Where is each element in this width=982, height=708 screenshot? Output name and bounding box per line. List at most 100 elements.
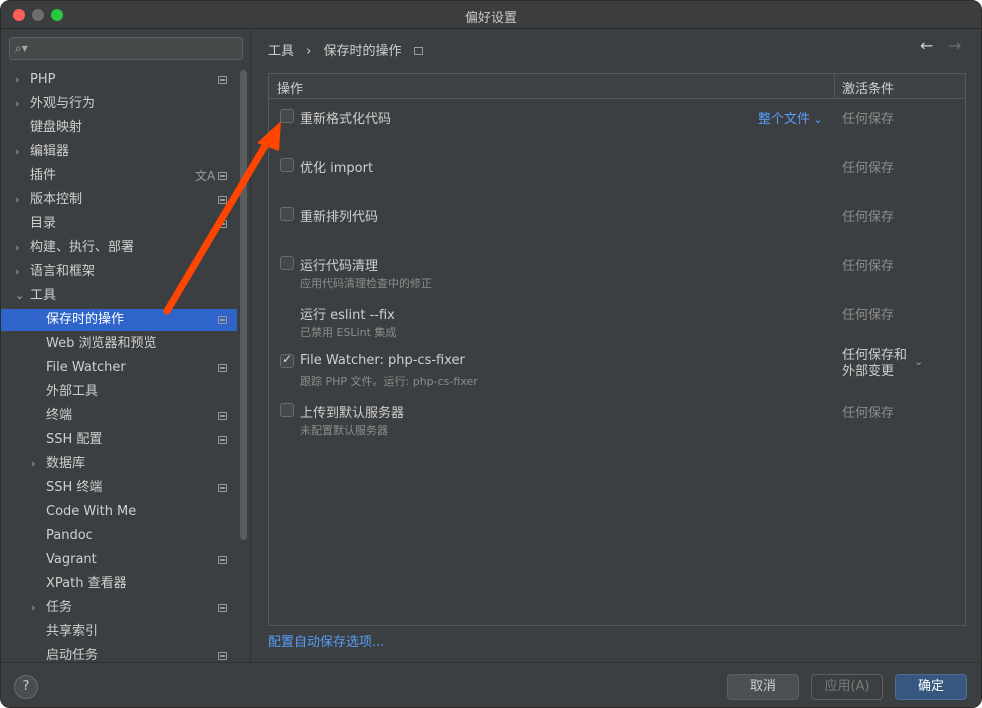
table-row[interactable]: File Watcher: php-cs-fixer 跟踪 PHP 文件。运行: … bbox=[269, 345, 965, 394]
project-setting-icon bbox=[218, 484, 227, 492]
breadcrumb-parent[interactable]: 工具 bbox=[268, 44, 294, 59]
activation-condition-label: 任何保存 bbox=[842, 210, 895, 225]
sidebar-item[interactable]: 键盘映射 bbox=[1, 117, 237, 139]
sidebar-item-label: 任务 bbox=[46, 600, 73, 615]
action-checkbox[interactable] bbox=[280, 256, 294, 270]
action-description: 未配置默认服务器 bbox=[300, 424, 388, 437]
sidebar-item-label: 键盘映射 bbox=[30, 120, 83, 135]
sidebar-item-label: Vagrant bbox=[46, 552, 97, 567]
help-button[interactable]: ? bbox=[14, 675, 38, 699]
action-checkbox[interactable] bbox=[280, 207, 294, 221]
activation-condition-label: 任何保存和 bbox=[842, 348, 908, 363]
chevron-right-icon[interactable]: › bbox=[15, 93, 19, 115]
sidebar-item[interactable]: File Watcher bbox=[1, 357, 237, 379]
scope-dropdown[interactable]: 整个文件 ⌄ bbox=[758, 108, 823, 127]
sidebar-item[interactable]: › 数据库 bbox=[1, 453, 237, 475]
sidebar-scrollbar[interactable] bbox=[240, 70, 247, 540]
sidebar-item-label: File Watcher bbox=[46, 360, 126, 375]
sidebar-item[interactable]: 终端 bbox=[1, 405, 237, 427]
chevron-right-icon[interactable]: › bbox=[15, 237, 19, 259]
project-setting-icon bbox=[218, 76, 227, 84]
sidebar-item[interactable]: Pandoc bbox=[1, 525, 237, 547]
action-title: 运行代码清理 bbox=[300, 259, 379, 274]
project-setting-icon bbox=[218, 316, 227, 324]
action-description: 已禁用 ESLint 集成 bbox=[300, 326, 397, 339]
activation-condition: 任何保存 bbox=[842, 255, 894, 274]
column-header-condition: 激活条件 bbox=[842, 82, 895, 97]
ok-button[interactable]: 确定 bbox=[895, 674, 967, 700]
table-header: 操作 激活条件 bbox=[269, 74, 965, 99]
sidebar-item[interactable]: SSH 配置 bbox=[1, 429, 237, 451]
sidebar-item[interactable]: Code With Me bbox=[1, 501, 237, 523]
project-setting-icon bbox=[218, 364, 227, 372]
action-checkbox[interactable] bbox=[280, 403, 294, 417]
table-row[interactable]: 优化 import 任何保存 bbox=[269, 149, 965, 198]
chevron-right-icon[interactable]: › bbox=[15, 189, 19, 211]
sidebar-item-label: Web 浏览器和预览 bbox=[46, 336, 157, 351]
actions-table: 操作 激活条件 重新格式化代码 整个文件 ⌄ 任何保存 优化 import 任何保存 重新… bbox=[268, 73, 966, 626]
sidebar-item[interactable]: › PHP bbox=[1, 69, 237, 91]
sidebar-item[interactable]: XPath 查看器 bbox=[1, 573, 237, 595]
settings-sidebar: ⌕▾ › PHP › 外观与行为键盘映射 › 编辑器插件 文A › 版本控制 目录 › 构建、执行、部… bbox=[1, 30, 251, 663]
activation-condition-label: 任何保存 bbox=[842, 112, 895, 127]
action-description: 跟踪 PHP 文件。运行: php-cs-fixer bbox=[300, 375, 478, 388]
sidebar-item-label: 工具 bbox=[30, 288, 57, 303]
chevron-right-icon[interactable]: › bbox=[15, 69, 19, 91]
activation-condition: 任何保存 bbox=[842, 206, 894, 225]
chevron-down-icon[interactable]: ⌄ bbox=[914, 355, 923, 368]
chevron-right-icon[interactable]: › bbox=[31, 597, 35, 619]
chevron-right-icon[interactable]: › bbox=[31, 453, 35, 475]
configure-autosave-link[interactable]: 配置自动保存选项... bbox=[268, 631, 384, 650]
column-divider[interactable] bbox=[834, 74, 835, 99]
action-title: 优化 import bbox=[300, 161, 374, 176]
action-title: File Watcher: php-cs-fixer bbox=[300, 353, 465, 368]
sidebar-item[interactable]: 共享索引 bbox=[1, 621, 237, 643]
sidebar-item[interactable]: SSH 终端 bbox=[1, 477, 237, 499]
sidebar-item[interactable]: 插件 文A bbox=[1, 165, 237, 187]
chevron-right-icon[interactable]: › bbox=[15, 261, 19, 283]
table-row[interactable]: 重新排列代码 任何保存 bbox=[269, 198, 965, 247]
sidebar-item[interactable]: › 构建、执行、部署 bbox=[1, 237, 237, 259]
settings-search-input[interactable]: ⌕▾ bbox=[9, 37, 243, 60]
project-setting-icon bbox=[218, 412, 227, 420]
dialog-footer: ? 取消 应用(A) 确定 bbox=[1, 662, 981, 707]
sidebar-item[interactable]: › 语言和框架 bbox=[1, 261, 237, 283]
sidebar-item[interactable]: › 编辑器 bbox=[1, 141, 237, 163]
apply-button[interactable]: 应用(A) bbox=[811, 674, 883, 700]
cancel-button[interactable]: 取消 bbox=[727, 674, 799, 700]
chevron-right-icon[interactable]: › bbox=[15, 141, 19, 163]
table-row[interactable]: 重新格式化代码 整个文件 ⌄ 任何保存 bbox=[269, 100, 965, 149]
sidebar-item[interactable]: Vagrant bbox=[1, 549, 237, 571]
sidebar-item[interactable]: › 外观与行为 bbox=[1, 93, 237, 115]
table-row[interactable]: 运行代码清理 应用代码清理检查中的修正 任何保存 bbox=[269, 247, 965, 296]
sidebar-item[interactable]: › 版本控制 bbox=[1, 189, 237, 211]
breadcrumb-current: 保存时的操作 bbox=[323, 44, 402, 59]
sidebar-item[interactable]: ⌄ 工具 bbox=[1, 285, 237, 307]
table-row[interactable]: 运行 eslint --fix 已禁用 ESLint 集成 任何保存 bbox=[269, 296, 965, 345]
sidebar-item-label: PHP bbox=[30, 72, 56, 87]
sidebar-item-label: 终端 bbox=[46, 408, 73, 423]
sidebar-item[interactable]: › 任务 bbox=[1, 597, 237, 619]
sidebar-item[interactable]: Web 浏览器和预览 bbox=[1, 333, 237, 355]
table-row[interactable]: 上传到默认服务器 未配置默认服务器 任何保存 bbox=[269, 394, 965, 443]
action-checkbox[interactable] bbox=[280, 352, 294, 368]
back-arrow-icon[interactable]: ← bbox=[920, 36, 933, 55]
forward-arrow-icon[interactable]: → bbox=[948, 36, 961, 55]
chevron-down-icon[interactable]: ⌄ bbox=[15, 285, 24, 307]
sidebar-item-label: 编辑器 bbox=[30, 144, 70, 159]
project-setting-icon bbox=[413, 47, 423, 55]
sidebar-item[interactable]: 外部工具 bbox=[1, 381, 237, 403]
sidebar-item[interactable]: 保存时的操作 bbox=[1, 309, 237, 331]
sidebar-item[interactable]: 目录 bbox=[1, 213, 237, 235]
settings-content: 工具 › 保存时的操作 ← → 操作 激活条件 重新格式化代码 整个文件 ⌄ 任何保… bbox=[252, 30, 981, 662]
breadcrumb-separator: › bbox=[306, 44, 312, 59]
activation-condition-label: 任何保存 bbox=[842, 308, 895, 323]
activation-condition[interactable]: 任何保存和 外部变更 bbox=[842, 348, 907, 380]
action-checkbox[interactable] bbox=[280, 109, 294, 123]
sidebar-item-label: Pandoc bbox=[46, 528, 93, 543]
sidebar-item-label: 保存时的操作 bbox=[46, 312, 125, 327]
action-checkbox[interactable] bbox=[280, 158, 294, 172]
project-setting-icon bbox=[218, 436, 227, 444]
title-bar: 偏好设置 bbox=[1, 1, 981, 29]
activation-condition: 任何保存 bbox=[842, 108, 894, 127]
